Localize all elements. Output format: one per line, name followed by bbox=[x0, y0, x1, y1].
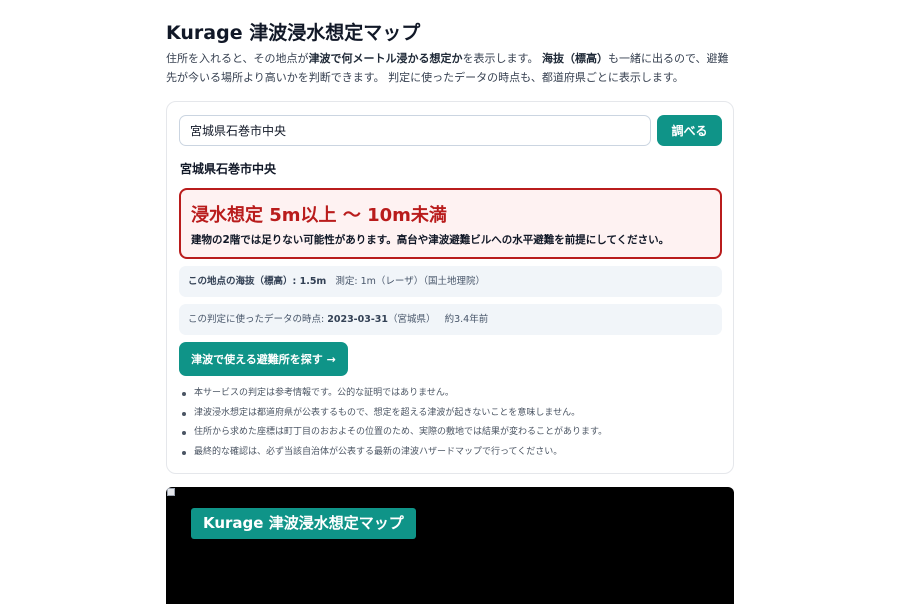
intro-part-1: 住所を入れると、その地点が bbox=[166, 52, 309, 65]
page-title: Kurage 津波浸水想定マップ bbox=[166, 22, 421, 44]
broken-image-icon bbox=[167, 488, 175, 496]
intro-bold-2: 海抜（標高） bbox=[541, 52, 608, 65]
data-prefecture: （宮城県） bbox=[388, 314, 436, 325]
result-address: 宮城県石巻市中央 bbox=[180, 162, 277, 176]
search-button[interactable]: 調べる bbox=[657, 115, 722, 146]
inundation-level: 浸水想定 5m以上 ～ 10m未満 bbox=[191, 205, 447, 226]
list-item: 最終的な確認は、必ず当該自治体が公表する最新の津波ハザードマップで行ってください… bbox=[182, 443, 724, 463]
inundation-alert: 浸水想定 5m以上 ～ 10m未満 建物の2階では足りない可能性があります。高台… bbox=[179, 188, 722, 259]
inundation-advice: 建物の2階では足りない可能性があります。高台や津波避難ビルへの水平避難を前提にし… bbox=[191, 234, 670, 246]
elevation-value: この地点の海抜（標高）: 1.5m bbox=[188, 276, 327, 287]
elevation-source: 測定: 1m（レーザ）（国土地理院） bbox=[335, 276, 485, 287]
intro-bold-1: 津波で何メートル浸かる想定か bbox=[308, 52, 463, 65]
address-search-input[interactable] bbox=[179, 115, 651, 146]
data-time-info: この判定に使ったデータの時点: 2023-03-31（宮城県） 約3.4年前 bbox=[179, 304, 722, 335]
elevation-info: この地点の海抜（標高）: 1.5m 測定: 1m（レーザ）（国土地理院） bbox=[179, 266, 722, 297]
data-date: 2023-03-31 bbox=[327, 314, 389, 325]
preview-title-badge: Kurage 津波浸水想定マップ bbox=[191, 508, 416, 539]
find-shelter-button[interactable]: 津波で使える避難所を探す → bbox=[179, 342, 348, 376]
data-time-label: この判定に使ったデータの時点: bbox=[188, 314, 328, 325]
data-age: 約3.4年前 bbox=[444, 314, 489, 325]
disclaimer-list: 本サービスの判定は参考情報です。公的な証明ではありません。 津波浸水想定は都道府… bbox=[182, 384, 724, 463]
list-item: 本サービスの判定は参考情報です。公的な証明ではありません。 bbox=[182, 384, 724, 404]
preview-image: Kurage 津波浸水想定マップ bbox=[166, 487, 734, 604]
intro-part-2: を表示します。 bbox=[462, 52, 542, 65]
search-card: 調べる 宮城県石巻市中央 浸水想定 5m以上 ～ 10m未満 建物の2階では足り… bbox=[166, 101, 734, 474]
list-item: 住所から求めた座標は町丁目のおおよその位置のため、実際の敷地では結果が変わること… bbox=[182, 423, 724, 443]
list-item: 津波浸水想定は都道府県が公表するもので、想定を超える津波が起きないことを意味しま… bbox=[182, 404, 724, 424]
intro-text: 住所を入れると、その地点が津波で何メートル浸かる想定かを表示します。 海抜（標高… bbox=[166, 50, 734, 87]
